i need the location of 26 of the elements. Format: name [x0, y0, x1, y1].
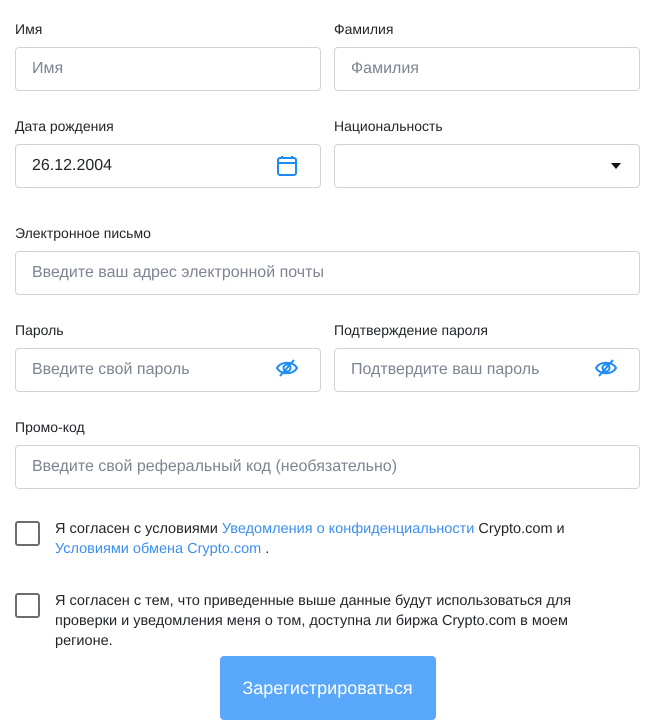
- field-label: Пароль: [15, 321, 65, 339]
- checkbox[interactable]: [15, 521, 40, 546]
- field-label: Национальность: [334, 117, 444, 135]
- terms-link[interactable]: Уведомления о конфиденциальности: [222, 521, 474, 537]
- select-field[interactable]: [334, 144, 640, 188]
- input-field[interactable]: Имя: [15, 47, 321, 91]
- date-field[interactable]: 26.12.2004: [15, 144, 321, 188]
- input-field[interactable]: Фамилия: [334, 47, 640, 91]
- field-label: Подтверждение пароля: [334, 321, 489, 339]
- checkbox[interactable]: [15, 593, 40, 618]
- password-field[interactable]: Подтвердите ваш пароль: [334, 348, 640, 392]
- password-field[interactable]: Введите свой пароль: [15, 348, 321, 392]
- input-field[interactable]: Введите ваш адрес электронной почты: [15, 251, 640, 295]
- consent-text: Я согласен с тем, что приведенные выше данные будут использоваться для проверки и уведомления меня о том, доступна ли биржа Crypto.com в моем регионе.: [55, 592, 572, 651]
- field-label: Электронное письмо: [15, 224, 152, 242]
- eye-off-icon[interactable]: [276, 359, 298, 377]
- terms-link[interactable]: Условиями обмена Crypto.com: [55, 541, 262, 557]
- field-label: Промо-код: [15, 418, 86, 436]
- input-field[interactable]: Введите свой реферальный код (необязательно): [15, 445, 640, 489]
- caret-icon: [610, 162, 622, 170]
- consent-text: Я согласен с условиями Уведомления о конфиденциальности Crypto.com и Условиями обмена Crypto.com .: [55, 520, 566, 559]
- field-label: Фамилия: [334, 20, 394, 38]
- field-label: Имя: [15, 20, 44, 38]
- eye-off-icon[interactable]: [595, 359, 617, 377]
- field-label: Дата рождения: [15, 117, 115, 135]
- calendar-icon[interactable]: [276, 155, 298, 177]
